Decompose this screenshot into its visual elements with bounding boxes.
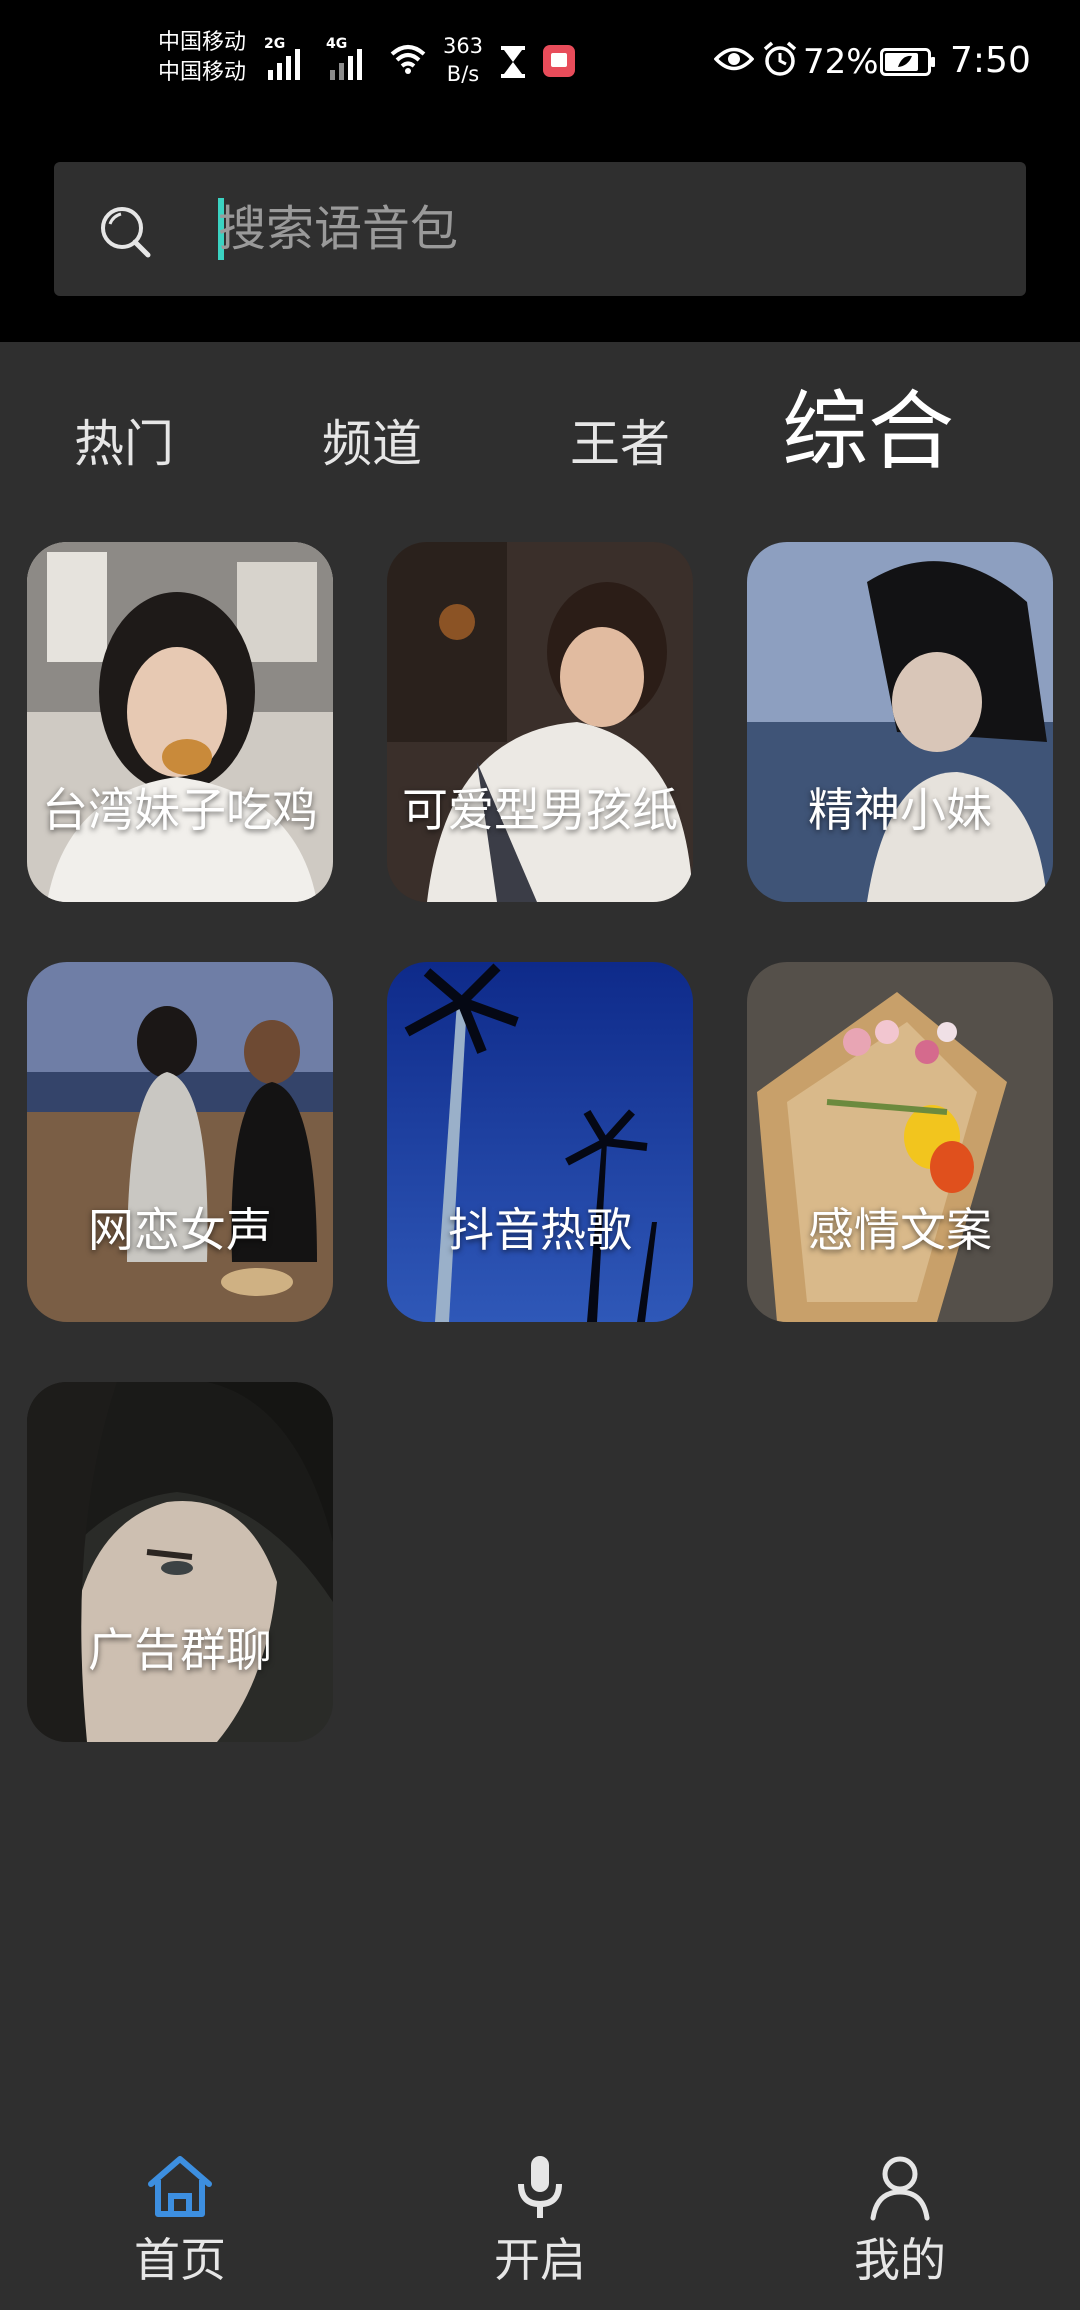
- alarm-icon: [763, 41, 797, 76]
- bottom-navigation: 首页 开启 我的: [0, 2120, 1080, 2310]
- hourglass-icon: [501, 46, 525, 78]
- tab-hot[interactable]: 热门: [74, 414, 174, 474]
- voice-pack-card[interactable]: 网恋女声: [27, 962, 333, 1322]
- battery-percent: 72%: [803, 42, 879, 82]
- tab-channel[interactable]: 频道: [322, 414, 422, 474]
- voice-pack-card[interactable]: 台湾妹子吃鸡: [27, 542, 333, 902]
- category-tabs: 热门 频道 王者 综合: [0, 342, 1080, 512]
- app-notification-icon: [543, 45, 575, 77]
- carrier-info: 中国移动 中国移动: [158, 28, 246, 88]
- voice-pack-title: 网恋女声: [88, 1203, 272, 1257]
- voice-pack-title: 台湾妹子吃鸡: [42, 783, 318, 837]
- home-icon: [148, 2156, 212, 2217]
- tab-general[interactable]: 综合: [782, 382, 954, 482]
- net-speed-unit: B/s: [446, 62, 480, 86]
- voice-pack-cover-image: [27, 962, 333, 1322]
- network-type-1: 2G: [264, 36, 286, 52]
- app-screen: 中国移动 中国移动 2G 4G 363 B/s 72% 7:50 搜索语音包 热…: [0, 0, 1080, 2310]
- nav-me[interactable]: 我的: [800, 2120, 1000, 2310]
- voice-pack-card[interactable]: 感情文案: [747, 962, 1053, 1322]
- voice-pack-title: 感情文案: [808, 1203, 992, 1257]
- search-icon[interactable]: [96, 202, 156, 262]
- clock: 7:50: [950, 40, 1031, 81]
- nav-me-label: 我的: [854, 2233, 946, 2287]
- search-box[interactable]: [54, 162, 1026, 296]
- search-input[interactable]: [218, 184, 978, 274]
- net-speed-value: 363: [442, 34, 484, 58]
- voice-pack-title: 可爱型男孩纸: [402, 783, 678, 837]
- signal-icon: 2G: [264, 36, 300, 80]
- search-area: [0, 130, 1080, 342]
- eye-icon: [714, 47, 754, 71]
- network-speed: 363 B/s: [438, 32, 488, 88]
- nav-start-label: 开启: [494, 2233, 586, 2287]
- network-type-2: 4G: [326, 36, 348, 52]
- profile-icon: [870, 2156, 930, 2221]
- carrier-1: 中国移动: [158, 30, 247, 55]
- voice-pack-title: 广告群聊: [88, 1623, 272, 1677]
- voice-pack-cover-image: [387, 542, 693, 902]
- voice-pack-cover-image: [387, 962, 693, 1322]
- voice-pack-cover-image: [27, 1382, 333, 1742]
- carrier-2: 中国移动: [158, 60, 247, 85]
- voice-pack-card[interactable]: 精神小妹: [747, 542, 1053, 902]
- voice-pack-card[interactable]: 抖音热歌: [387, 962, 693, 1322]
- nav-start[interactable]: 开启: [440, 2120, 640, 2310]
- voice-pack-cover-image: [27, 542, 333, 902]
- wifi-icon: [390, 45, 426, 74]
- status-bar: 中国移动 中国移动 2G 4G 363 B/s 72% 7:50: [0, 0, 1080, 130]
- battery-icon: [880, 48, 935, 76]
- microphone-icon: [518, 2156, 562, 2218]
- signal-icon: 4G: [326, 36, 362, 80]
- voice-pack-card[interactable]: 可爱型男孩纸: [387, 542, 693, 902]
- tab-king[interactable]: 王者: [570, 414, 670, 474]
- voice-pack-card[interactable]: 广告群聊: [27, 1382, 333, 1742]
- voice-pack-title: 抖音热歌: [448, 1203, 632, 1257]
- nav-home-label: 首页: [134, 2233, 226, 2287]
- voice-pack-title: 精神小妹: [808, 783, 992, 837]
- voice-pack-cover-image: [747, 962, 1053, 1322]
- voice-pack-cover-image: [747, 542, 1053, 902]
- nav-home[interactable]: 首页: [80, 2120, 280, 2310]
